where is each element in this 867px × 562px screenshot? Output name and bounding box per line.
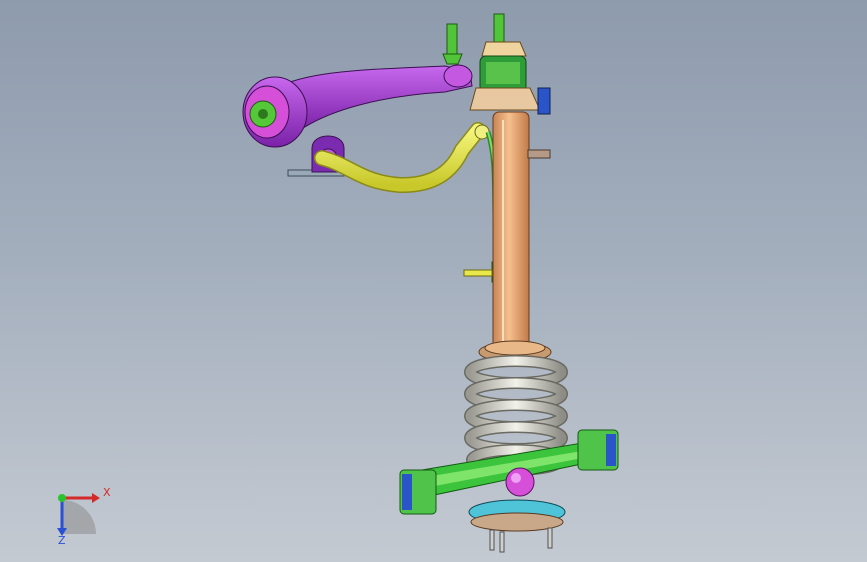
lower-ball-joint[interactable] — [505, 467, 535, 497]
z-axis-label: Z — [58, 534, 66, 547]
graphics-viewport[interactable]: X Z — [0, 0, 867, 562]
orientation-triad: X Z — [40, 480, 120, 550]
upper-ball-joint-stud[interactable] — [442, 23, 463, 65]
triad-plane-shading — [62, 500, 96, 534]
wheel-hub[interactable] — [468, 499, 566, 553]
x-axis-label: X — [103, 486, 111, 499]
x-axis-arrowhead — [92, 493, 100, 503]
strut-body[interactable] — [492, 111, 530, 363]
suspension-assembly-model[interactable] — [0, 0, 867, 562]
upper-control-arm[interactable] — [242, 64, 473, 148]
y-axis-point — [58, 494, 66, 502]
stabilizer-bar[interactable] — [314, 122, 490, 194]
